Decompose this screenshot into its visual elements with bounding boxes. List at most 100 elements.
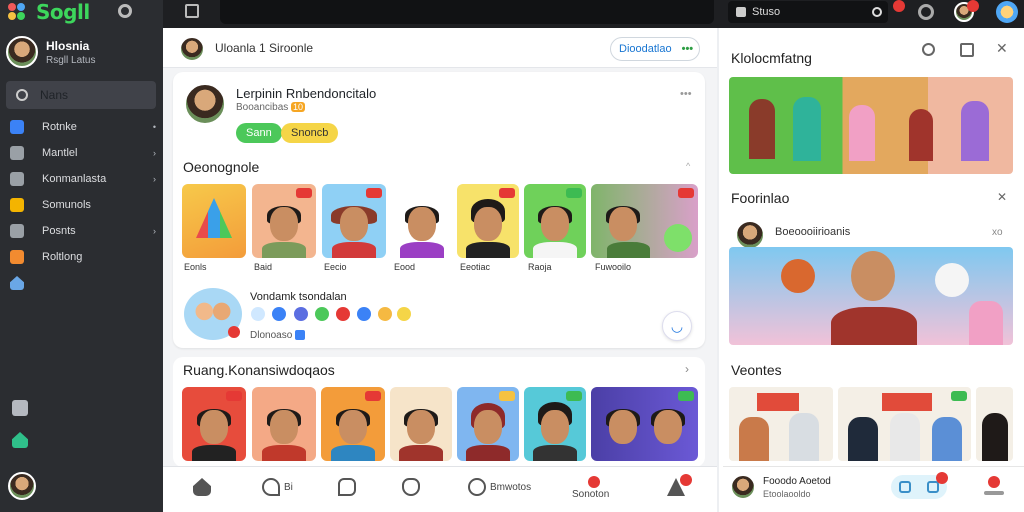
topbar-badge (967, 0, 979, 12)
briefcase-icon[interactable] (12, 400, 28, 416)
footer-avatar[interactable] (730, 474, 756, 500)
right-footer (723, 466, 1024, 510)
sidebar-item-6[interactable] (10, 270, 156, 296)
room-thumb-1[interactable] (252, 387, 316, 461)
bottom-nav-sonoton[interactable]: Sonoton (572, 489, 609, 500)
sidebar-item-2[interactable]: Konmanlasta › (10, 166, 156, 192)
person-figure (793, 97, 821, 161)
sidebar-item-1[interactable]: Mantlel › (10, 140, 156, 166)
friend-mini-avatar[interactable] (315, 307, 329, 321)
face (340, 206, 368, 241)
friend-mini-avatar[interactable] (272, 307, 286, 321)
room-thumb-3[interactable] (390, 387, 452, 461)
shirt (831, 307, 917, 345)
pill-yellow[interactable]: Snoncb (281, 123, 339, 143)
face (609, 206, 638, 241)
sidebar-item-3[interactable]: Somunols (10, 192, 156, 218)
calendar-icon[interactable] (185, 4, 199, 18)
event-image-2[interactable] (976, 387, 1013, 461)
more-icon[interactable]: ••• (682, 43, 694, 55)
current-user[interactable]: Hlosnia Rsgll Latus (6, 36, 95, 68)
friends-square-icon (295, 330, 306, 341)
story-thumb-3[interactable] (390, 184, 454, 258)
bottom-nav (163, 466, 717, 512)
search-icon[interactable] (872, 7, 882, 17)
github-icon[interactable] (118, 4, 132, 18)
friend-mini-avatar[interactable] (251, 307, 265, 321)
section2-image[interactable] (729, 247, 1013, 345)
bottom-nav-messages[interactable]: Bmwotos (468, 478, 531, 496)
person-figure (932, 417, 962, 461)
story-thumb-4[interactable] (457, 184, 519, 258)
story-label-6: Fuwooilo (595, 262, 632, 272)
top-chip[interactable]: Stuso (728, 1, 888, 23)
friend-mini-avatar[interactable] (294, 307, 308, 321)
pill-green[interactable]: Sann (236, 123, 282, 143)
room-thumb-5[interactable] (524, 387, 586, 461)
close-icon[interactable]: ✕ (996, 40, 1008, 57)
shirt (261, 444, 307, 461)
bottom-nav-mask[interactable] (402, 478, 420, 496)
story-thumb-0[interactable] (182, 184, 246, 258)
bottom-nav-share[interactable]: Bi (262, 478, 293, 496)
bottom-nav-home[interactable] (193, 478, 211, 496)
profile-globe-icon[interactable] (996, 1, 1018, 23)
top-search-bar[interactable] (220, 0, 714, 24)
footer-alert-icon[interactable] (988, 476, 1000, 488)
face (270, 409, 298, 444)
shield-icon (10, 120, 24, 134)
sidebar-item-0[interactable]: Rotnke • (10, 114, 156, 140)
friends-subtitle-text: Dlonoaso (250, 330, 293, 341)
section2-chevron-icon[interactable]: › (685, 362, 689, 376)
story-thumb-5[interactable] (524, 184, 586, 258)
search-icon[interactable] (922, 43, 935, 56)
person-figure (789, 413, 819, 461)
sidebar-item-label: Roltlong (42, 251, 83, 263)
face (474, 206, 502, 241)
shirt (330, 444, 376, 461)
friend-mini-avatar[interactable] (357, 307, 371, 321)
section2-user-avatar[interactable] (735, 220, 765, 250)
event-image-1[interactable] (838, 387, 971, 461)
story-thumb-6[interactable] (591, 184, 698, 258)
refresh-button[interactable]: ◡ (662, 311, 692, 341)
message-icon (468, 478, 486, 496)
nav-search[interactable]: Nans (6, 81, 156, 109)
post-avatar[interactable] (184, 83, 226, 125)
friend-mini-avatar[interactable] (336, 307, 350, 321)
puzzle-icon (10, 146, 24, 160)
cartoon-icon (935, 263, 969, 297)
story-label-1: Baid (254, 262, 273, 272)
room-thumb-4[interactable] (457, 387, 519, 461)
friend-mini-avatar[interactable] (397, 307, 411, 321)
sidebar-item-5[interactable]: Roltlong (10, 244, 156, 270)
app-logo[interactable]: Sogll (8, 0, 90, 24)
close-icon[interactable]: ✕ (997, 190, 1007, 204)
sidebar-item-4[interactable]: Posnts › (10, 218, 156, 244)
post-more-icon[interactable]: ••• (680, 88, 692, 100)
room-thumb-2[interactable] (321, 387, 385, 461)
event-image-0[interactable] (729, 387, 833, 461)
badge-icon (226, 391, 242, 401)
friend-mini-avatar[interactable] (378, 307, 392, 321)
face (200, 409, 228, 444)
story-label-3: Eood (394, 262, 416, 272)
friend-avatars-row (251, 307, 421, 323)
home-outline-icon[interactable] (12, 432, 28, 448)
friends-badge (228, 326, 240, 338)
shirt (191, 444, 237, 461)
story-thumb-2[interactable] (322, 184, 386, 258)
edit-icon[interactable] (960, 43, 974, 57)
settings-icon[interactable] (918, 4, 934, 20)
sidebar-bottom-avatar[interactable] (8, 472, 36, 500)
bottom-nav-chat[interactable] (338, 478, 356, 496)
room-thumb-0[interactable] (182, 387, 246, 461)
section1-title: Oeonognole (183, 159, 260, 175)
chevron-icon: › (153, 148, 156, 158)
discover-button[interactable]: Dioodatlao ••• (610, 37, 700, 61)
section1-chevron-icon[interactable]: ^ (686, 161, 690, 171)
room-thumb-6[interactable] (591, 387, 698, 461)
story-thumb-1[interactable] (252, 184, 316, 258)
channel-avatar[interactable] (179, 36, 205, 62)
featured-image[interactable] (729, 77, 1013, 174)
